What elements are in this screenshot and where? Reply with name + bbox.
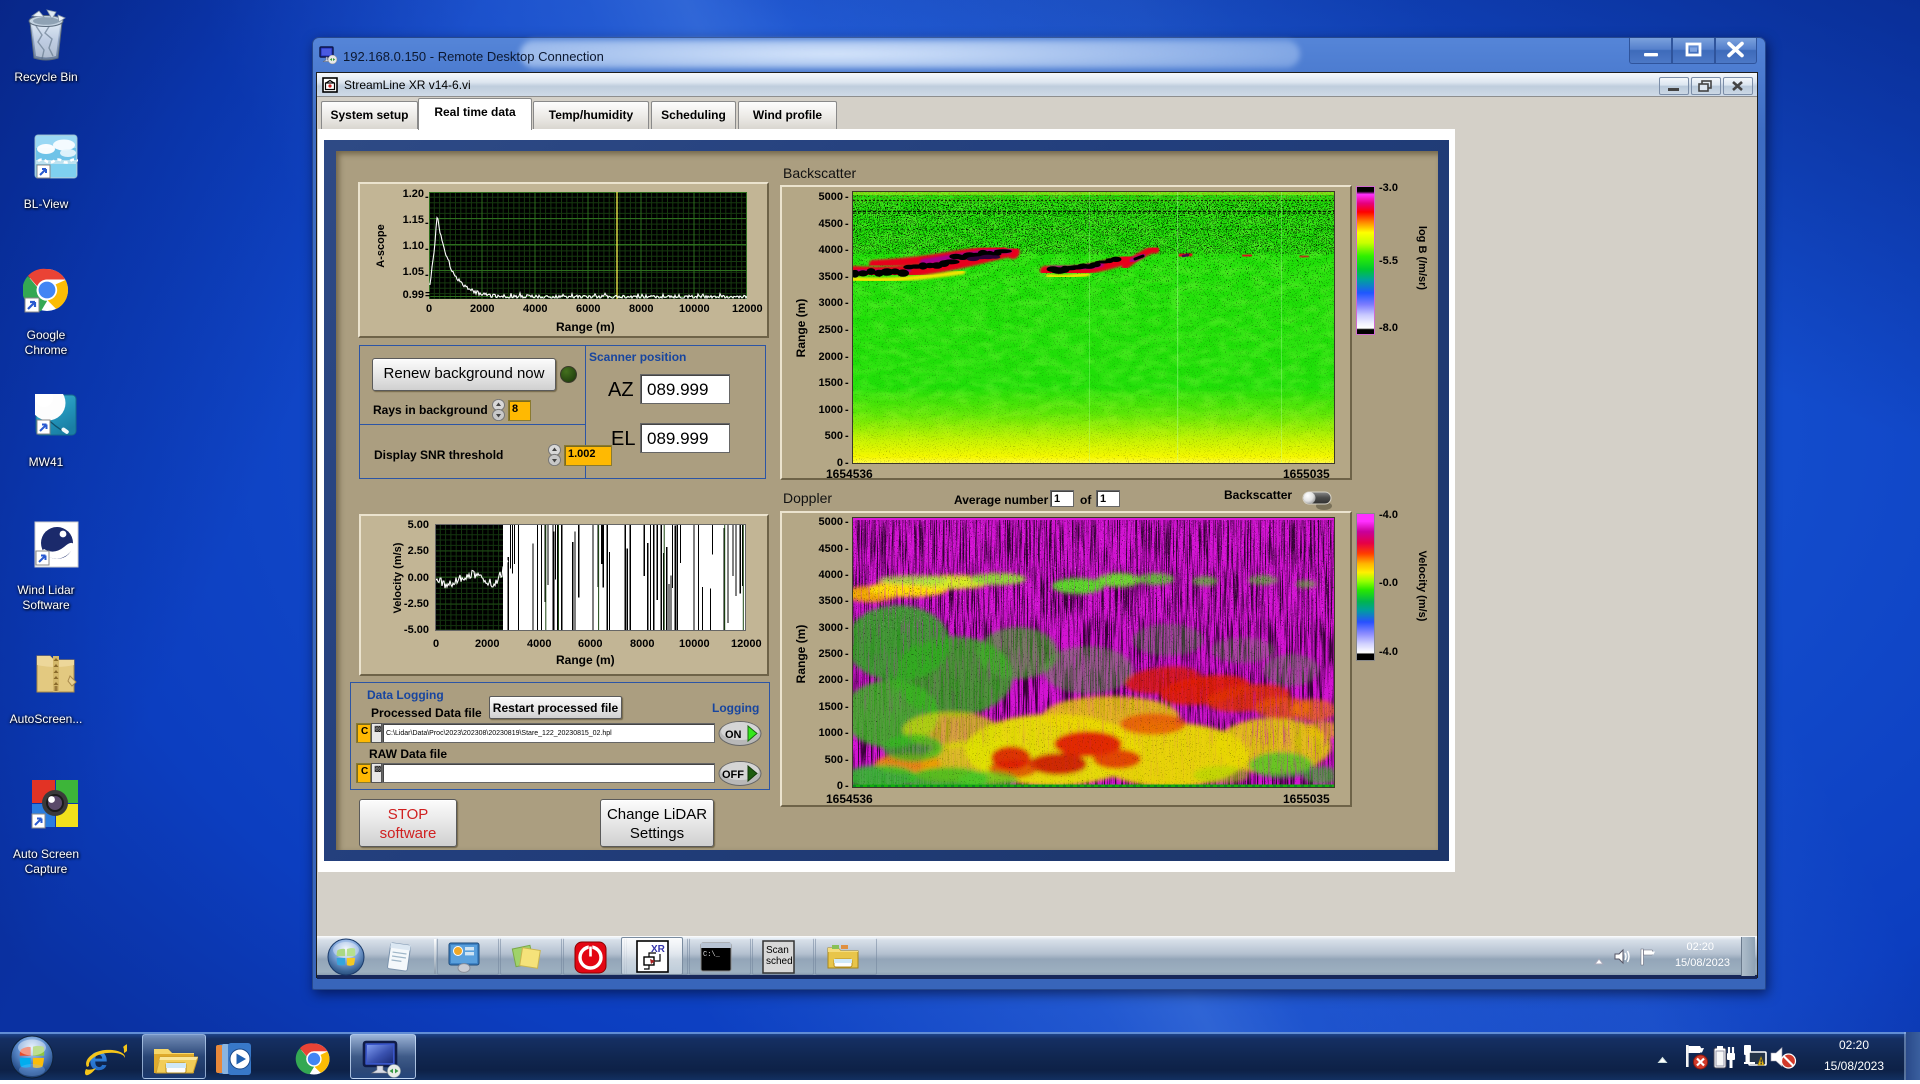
svg-text:sched: sched [766, 956, 793, 967]
svg-text:C:\_: C:\_ [703, 951, 721, 959]
svg-text:Scan: Scan [766, 945, 789, 956]
svg-text:OFF: OFF [722, 769, 744, 781]
svg-text:ON: ON [725, 729, 742, 741]
